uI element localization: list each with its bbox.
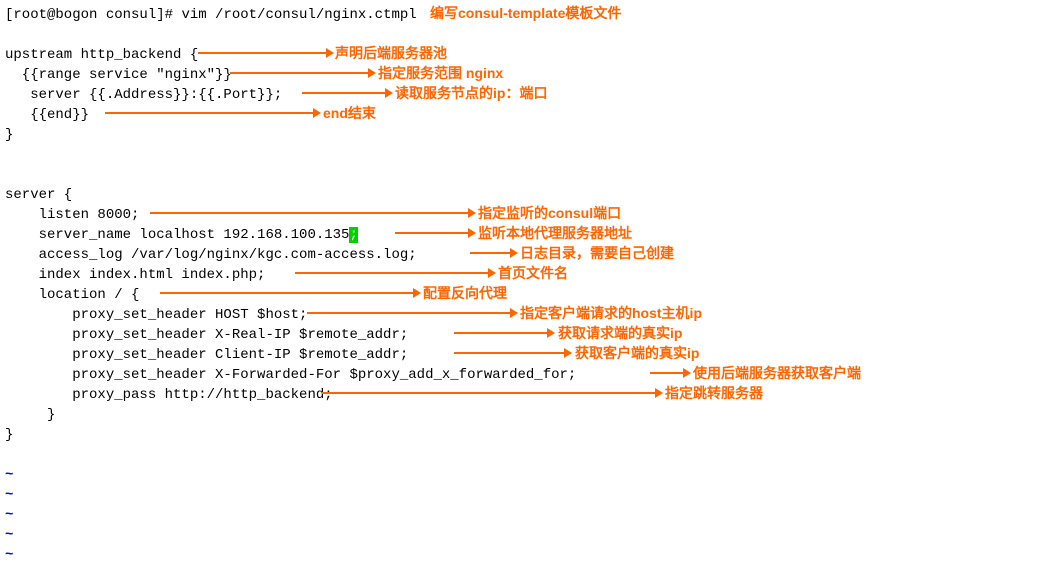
vim-tilde: ~: [5, 505, 1056, 525]
annotation: 声明后端服务器池: [335, 43, 447, 63]
vim-tilde: ~: [5, 485, 1056, 505]
arrow-icon: [295, 272, 490, 274]
arrow-icon: [395, 232, 470, 234]
annotation: 指定客户端请求的host主机ip: [520, 303, 702, 323]
arrow-icon: [160, 292, 415, 294]
annotation: 指定监听的consul端口: [478, 203, 621, 223]
code-line: {{range service "nginx"}}: [5, 65, 1056, 85]
code-line: server {: [5, 185, 1056, 205]
annotation: 监听本地代理服务器地址: [478, 223, 632, 243]
code-line: proxy_set_header Client-IP $remote_addr;: [5, 345, 1056, 365]
arrow-icon: [322, 392, 657, 394]
annotation: end结束: [323, 103, 376, 123]
arrow-icon: [105, 112, 315, 114]
annotation: 获取客户端的真实ip: [575, 343, 699, 363]
annotation: 使用后端服务器获取客户端: [693, 363, 861, 383]
shell-prompt: [root@bogon consul]#: [5, 7, 181, 23]
vim-tilde: ~: [5, 525, 1056, 545]
annotation: 指定服务范围 nginx: [378, 63, 503, 83]
arrow-icon: [650, 372, 685, 374]
code-line: {{end}}: [5, 105, 1056, 125]
arrow-icon: [470, 252, 512, 254]
annotation: 配置反向代理: [423, 283, 507, 303]
command: vim /root/consul/nginx.ctmpl: [181, 7, 416, 23]
code-line: upstream http_backend {: [5, 45, 1056, 65]
arrow-icon: [150, 212, 470, 214]
annotation: 日志目录，需要自己创建: [520, 243, 674, 263]
annotation: 首页文件名: [498, 263, 568, 283]
code-line: proxy_set_header X-Forwarded-For $proxy_…: [5, 365, 1056, 385]
vim-tilde: ~: [5, 465, 1056, 485]
annotation: 编写consul-template模板文件: [430, 3, 621, 23]
annotation: 指定跳转服务器: [665, 383, 763, 403]
vim-tilde: ~: [5, 545, 1056, 565]
code-line: }: [5, 405, 1056, 425]
annotation: 读取服务节点的ip：端口: [395, 83, 547, 103]
arrow-icon: [302, 92, 387, 94]
code-line: proxy_pass http://http_backend;: [5, 385, 1056, 405]
arrow-icon: [454, 352, 566, 354]
code-line: }: [5, 125, 1056, 145]
cursor: ;: [349, 227, 357, 243]
code-line: }: [5, 425, 1056, 445]
code-line: location / {: [5, 285, 1056, 305]
arrow-icon: [198, 52, 328, 54]
annotation: 获取请求端的真实ip: [558, 323, 682, 343]
arrow-icon: [307, 312, 512, 314]
code-line: proxy_set_header X-Real-IP $remote_addr;: [5, 325, 1056, 345]
arrow-icon: [230, 72, 370, 74]
arrow-icon: [454, 332, 549, 334]
